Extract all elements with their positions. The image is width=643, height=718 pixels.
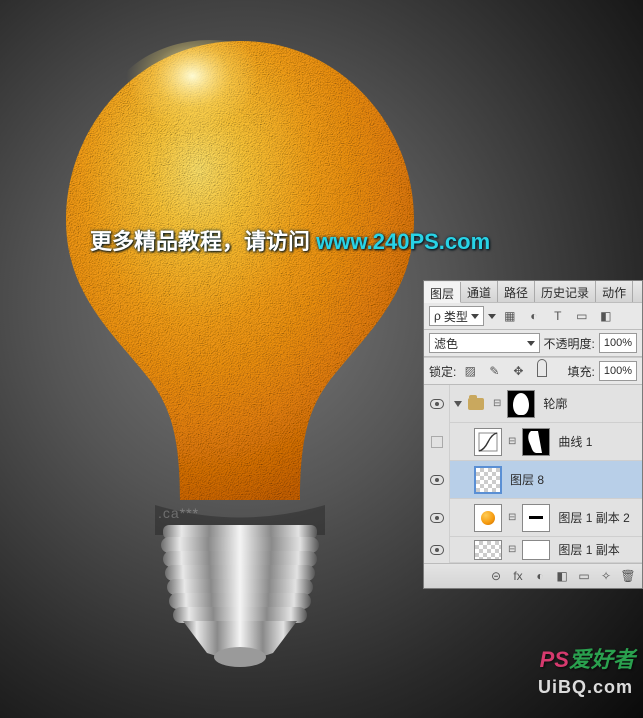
promo-text: 更多精品教程，请访问 www.240PS.com <box>90 224 490 256</box>
filter-smart-icon[interactable]: ◧ <box>596 306 616 326</box>
fx-icon[interactable]: fx <box>508 567 528 585</box>
bulb-glass <box>60 35 420 535</box>
adjustment-thumb[interactable] <box>474 428 502 456</box>
tab-history[interactable]: 历史记录 <box>535 281 596 302</box>
eye-icon <box>430 513 444 523</box>
bulb-socket <box>155 525 325 675</box>
eye-icon <box>430 399 444 409</box>
panel-tabs: 图层 通道 路径 历史记录 动作 <box>424 281 642 303</box>
new-layer-icon[interactable]: ✧ <box>596 567 616 585</box>
layer-thumb[interactable] <box>474 504 502 532</box>
layers-panel: 图层 通道 路径 历史记录 动作 ρ 类型 ▦ ◐ T ▭ ◧ 滤色 不透明度: <box>423 280 643 589</box>
group-collapse-icon[interactable] <box>454 401 462 407</box>
link-icon: ⊟ <box>506 544 518 555</box>
chevron-down-icon <box>471 314 479 319</box>
layer-group-outline[interactable]: ⊟ 轮廓 <box>424 385 642 423</box>
visibility-toggle[interactable] <box>424 385 450 423</box>
visibility-off-icon <box>431 436 443 448</box>
layer-curves-1[interactable]: ⊟ 曲线 1 <box>424 423 642 461</box>
lock-pixels-icon[interactable]: ✎ <box>484 361 504 381</box>
filter-text-icon[interactable]: T <box>548 306 568 326</box>
lock-label: 锁定: <box>429 363 456 380</box>
link-layers-icon[interactable]: ⊝ <box>486 567 506 585</box>
tab-channels[interactable]: 通道 <box>461 281 498 302</box>
folder-icon <box>468 398 484 410</box>
visibility-toggle[interactable] <box>424 499 450 537</box>
visibility-toggle[interactable] <box>424 423 450 461</box>
lock-transparent-icon[interactable]: ▨ <box>460 361 480 381</box>
layer-mask-thumb[interactable] <box>522 428 550 456</box>
layer-mask-thumb[interactable] <box>507 390 535 418</box>
layer-1-copy[interactable]: ⊟ 图层 1 副本 <box>424 537 642 563</box>
fill-label: 填充: <box>568 363 595 380</box>
filter-adjust-icon[interactable]: ◐ <box>524 306 544 326</box>
layer-name[interactable]: 图层 8 <box>506 471 544 488</box>
eye-icon <box>430 545 444 555</box>
eye-icon <box>430 475 444 485</box>
kind-label: 类型 <box>444 308 468 325</box>
filter-shape-icon[interactable]: ▭ <box>572 306 592 326</box>
orange-thumb-icon <box>481 511 495 525</box>
lock-all-icon[interactable] <box>532 361 552 381</box>
canvas-background: 更多精品教程，请访问 www.240PS.com .ca*** 图层 通道 路径… <box>0 0 643 718</box>
chevron-down-icon <box>527 341 535 346</box>
layer-name[interactable]: 图层 1 副本 2 <box>554 509 629 526</box>
layer-name[interactable]: 轮廓 <box>539 395 567 412</box>
visibility-toggle[interactable] <box>424 537 450 563</box>
layer-mask-thumb[interactable] <box>522 540 550 560</box>
layer-8[interactable]: 图层 8 <box>424 461 642 499</box>
blend-mode-select[interactable]: 滤色 <box>429 333 540 353</box>
layer-1-copy-2[interactable]: ⊟ 图层 1 副本 2 <box>424 499 642 537</box>
lock-position-icon[interactable]: ✥ <box>508 361 528 381</box>
delete-layer-icon[interactable]: 🗑 <box>618 567 638 585</box>
promo-url: www.240PS.com <box>316 229 490 254</box>
watermark-aihao: 爱好者 <box>569 647 635 672</box>
chevron-down-icon[interactable] <box>488 314 496 319</box>
kind-select[interactable]: ρ 类型 <box>429 306 484 326</box>
opacity-label: 不透明度: <box>544 335 595 352</box>
layer-mask-thumb[interactable] <box>522 504 550 532</box>
blend-row: 滤色 不透明度: 100% <box>424 330 642 357</box>
lock-row: 锁定: ▨ ✎ ✥ 填充: 100% <box>424 357 642 385</box>
link-icon: ⊟ <box>506 512 518 523</box>
tab-paths[interactable]: 路径 <box>498 281 535 302</box>
fill-input[interactable]: 100% <box>599 361 637 381</box>
lightbulb-artwork <box>60 35 420 655</box>
minus-icon <box>529 516 543 519</box>
tab-actions[interactable]: 动作 <box>596 281 633 302</box>
new-adjustment-icon[interactable]: ◧ <box>552 567 572 585</box>
layer-thumb[interactable] <box>474 540 502 560</box>
layer-name[interactable]: 图层 1 副本 <box>554 541 619 558</box>
filter-type-row: ρ 类型 ▦ ◐ T ▭ ◧ <box>424 303 642 330</box>
watermark-uibq: UiBQ.com <box>538 677 633 698</box>
fill-value: 100% <box>600 365 636 377</box>
add-mask-icon[interactable]: ◐ <box>530 567 550 585</box>
link-icon: ⊟ <box>491 398 503 409</box>
watermark-ps-aihao: PS爱好者 <box>540 642 635 674</box>
curves-icon <box>478 432 498 452</box>
blend-mode-value: 滤色 <box>434 335 458 352</box>
filter-pixel-icon[interactable]: ▦ <box>500 306 520 326</box>
promo-text-cn: 更多精品教程，请访问 <box>90 229 316 254</box>
rho-icon: ρ <box>434 309 441 323</box>
opacity-value: 100% <box>600 337 636 349</box>
layer-thumb[interactable] <box>474 466 502 494</box>
tab-layers[interactable]: 图层 <box>424 282 461 303</box>
layers-list: ⊟ 轮廓 ⊟ 曲线 1 <box>424 385 642 563</box>
panel-bottom-bar: ⊝ fx ◐ ◧ ▭ ✧ 🗑 <box>424 563 642 588</box>
visibility-toggle[interactable] <box>424 461 450 499</box>
new-group-icon[interactable]: ▭ <box>574 567 594 585</box>
layer-name[interactable]: 曲线 1 <box>554 433 592 450</box>
watermark-ps: PS <box>540 647 569 672</box>
opacity-input[interactable]: 100% <box>599 333 637 353</box>
watermark-caixia: .ca*** <box>158 505 199 521</box>
link-icon: ⊟ <box>506 436 518 447</box>
